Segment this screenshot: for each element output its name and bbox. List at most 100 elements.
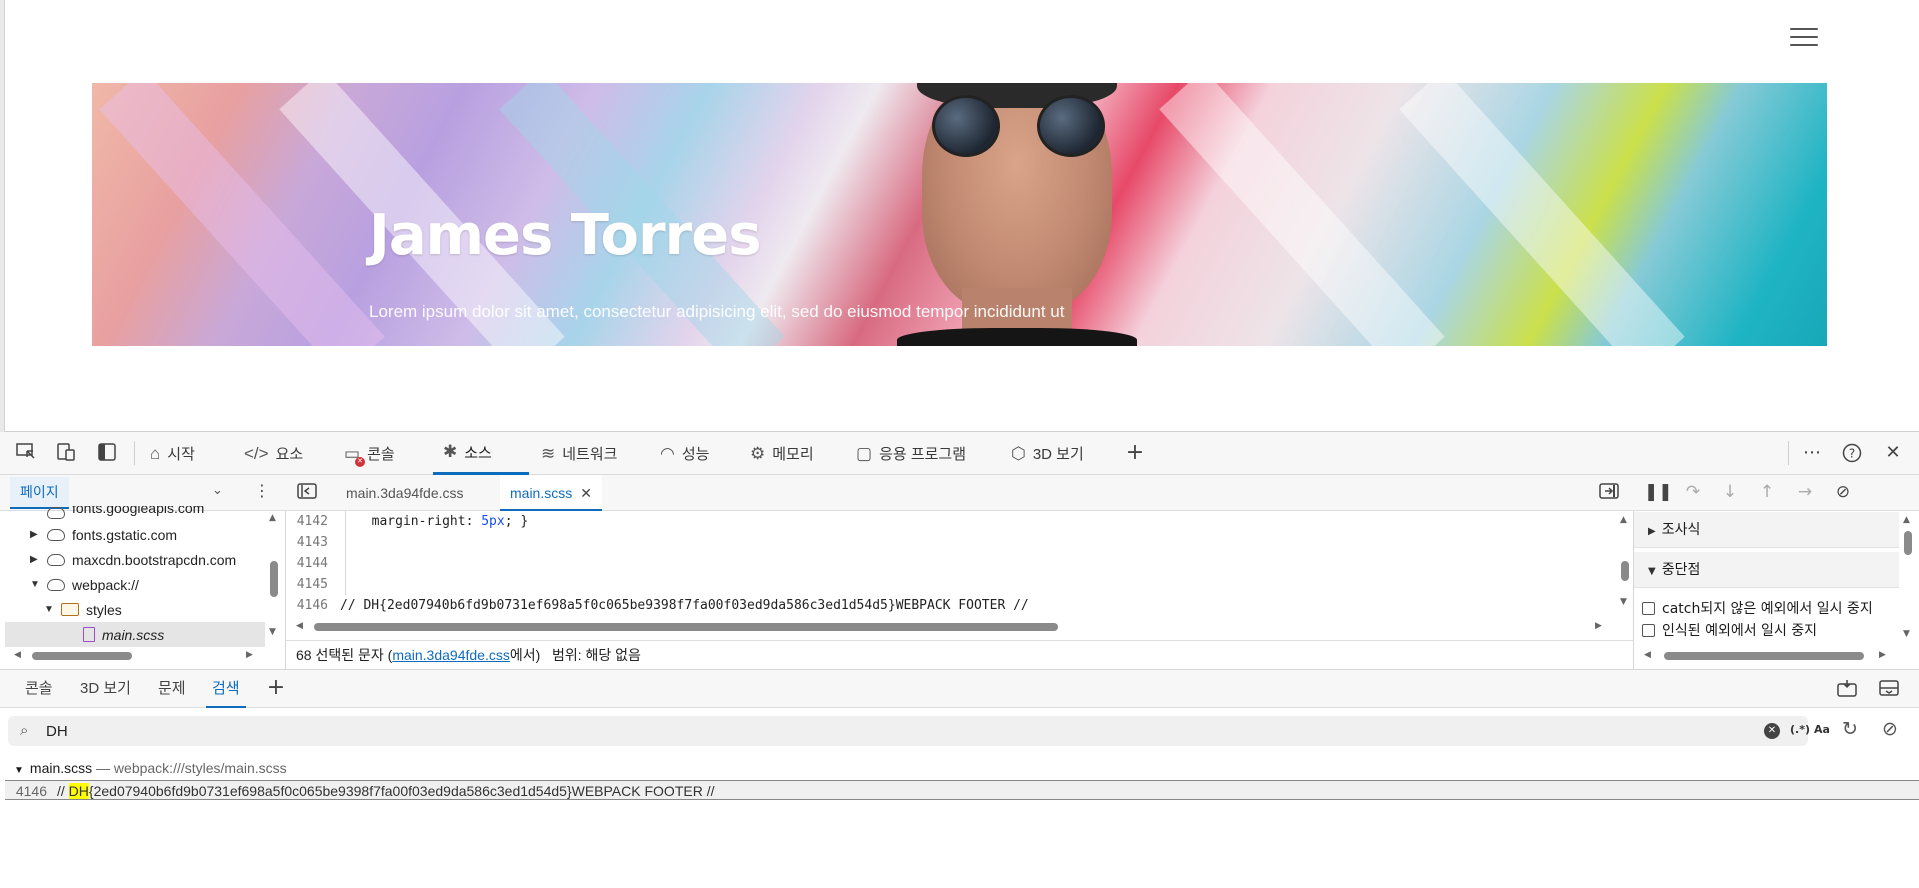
tab-console[interactable]: ▭ ✕ 콘솔 <box>338 432 401 475</box>
more-options-icon[interactable]: ⋯ <box>1801 443 1823 463</box>
dock-drawer-icon[interactable] <box>1836 679 1858 699</box>
sources-navigator: 페이지 ⌄ ⋮ fonts.googleapis.com ▶ fonts.gsta… <box>0 475 286 669</box>
pause-icon[interactable]: ❚❚ <box>1644 482 1673 502</box>
wifi-icon: ≋ <box>541 443 556 463</box>
tree-item-file-selected[interactable]: main.scss <box>5 622 265 647</box>
step-out-icon[interactable]: ↑ <box>1756 482 1778 502</box>
cloud-icon <box>47 528 65 541</box>
step-over-icon[interactable]: ↷ <box>1682 482 1704 502</box>
toggle-debugger-icon[interactable] <box>1598 483 1620 503</box>
breakpoints-section-header[interactable]: ▼ 중단점 <box>1634 552 1899 588</box>
code-line: 4146 // DH{2ed07940b6fd9b0731ef698a5f0c0… <box>296 598 1029 613</box>
tree-item-domain[interactable]: ▶ maxcdn.bootstrapcdn.com <box>30 547 236 572</box>
window-icon: ▢ <box>856 443 873 463</box>
search-box: ⌕ ✕ (.*) Aa <box>8 716 1830 746</box>
chevron-right-icon[interactable]: ▶ <box>30 554 40 565</box>
code-area[interactable]: 4142 margin-right: 5px; } 4143 4144 4145… <box>286 511 1616 619</box>
bug-icon: ✱ <box>443 442 458 461</box>
editor-tab-active[interactable]: main.scss ✕ <box>500 475 602 511</box>
tab-sources[interactable]: ✱ 소스 <box>433 432 529 475</box>
tree-item-domain[interactable]: ▶ fonts.gstatic.com <box>30 522 177 547</box>
drawer-tab-search[interactable]: 검색 <box>206 670 246 708</box>
debugger-vertical-scrollbar[interactable]: ▲ ▼ <box>1902 513 1914 643</box>
tab-memory[interactable]: ⚙ 메모리 <box>744 432 820 475</box>
close-drawer-icon[interactable] <box>1878 679 1900 699</box>
debugger-sidebar: ❚❚ ↷ ↓ ↑ → ⊘ ▶ 조사식 ▼ 중단점 catch되지 않은 예외에서 일… <box>1634 475 1919 669</box>
editor-tabs: main.3da94fde.css main.scss ✕ <box>286 475 1634 511</box>
hero-title: James Torres <box>369 203 762 268</box>
search-icon: ⌕ <box>20 721 29 739</box>
code-icon: </> <box>244 443 269 463</box>
devtools-toolbar: ⌂ 시작 </> 요소 ▭ ✕ 콘솔 ✱ 소스 ≋ 네트워크 ◠ 성능 ⚙ 메모… <box>0 432 1919 475</box>
tree-item-domain[interactable]: fonts.googleapis.com <box>30 506 204 520</box>
device-emulation-icon[interactable] <box>55 443 77 463</box>
viewport-edge <box>0 0 5 432</box>
clear-search-icon[interactable]: ✕ <box>1764 723 1780 739</box>
clear-results-icon[interactable]: ⊘ <box>1882 718 1898 740</box>
step-into-icon[interactable]: ↓ <box>1719 482 1741 502</box>
home-icon: ⌂ <box>150 443 161 463</box>
console-icon: ▭ ✕ <box>344 444 366 467</box>
toggle-navigator-icon[interactable] <box>296 483 318 503</box>
checkbox-icon[interactable] <box>1642 623 1655 637</box>
editor-vertical-scrollbar[interactable]: ▲ ▼ <box>1619 515 1631 615</box>
add-drawer-tab-icon[interactable]: + <box>265 677 287 699</box>
checkbox-icon[interactable] <box>1642 601 1655 615</box>
close-devtools-icon[interactable]: ✕ <box>1882 443 1904 463</box>
drawer-tab-console[interactable]: 콘솔 <box>19 670 59 708</box>
close-tab-icon[interactable]: ✕ <box>580 485 592 501</box>
editor-tab[interactable]: main.3da94fde.css <box>336 475 474 511</box>
pause-uncaught-checkbox[interactable]: catch되지 않은 예외에서 일시 중지 <box>1642 598 1873 618</box>
code-editor: main.3da94fde.css main.scss ✕ 4142 margin… <box>286 475 1634 669</box>
more-vertical-icon[interactable]: ⋮ <box>254 481 270 500</box>
chevron-down-icon[interactable]: ⌄ <box>212 483 223 498</box>
regex-toggle[interactable]: (.*) <box>1790 723 1810 736</box>
drawer-tab-issues[interactable]: 문제 <box>152 670 192 708</box>
hero-subtitle: Lorem ipsum dolor sit amet, consectetur … <box>369 302 1065 321</box>
search-match: DH <box>68 783 89 799</box>
pause-caught-checkbox[interactable]: 인식된 예외에서 일시 중지 <box>1642 620 1817 640</box>
folder-icon <box>61 603 79 616</box>
gauge-icon: ◠ <box>660 443 675 463</box>
source-file-link[interactable]: main.3da94fde.css <box>392 647 510 663</box>
refresh-icon[interactable]: ↻ <box>1842 718 1858 740</box>
deactivate-breakpoints-icon[interactable]: ⊘ <box>1832 482 1854 502</box>
cloud-icon <box>47 578 65 591</box>
dock-side-icon[interactable] <box>96 443 118 463</box>
cloud-icon <box>47 507 65 519</box>
match-case-toggle[interactable]: Aa <box>1814 723 1830 736</box>
result-file-header[interactable]: ▼ main.scss — webpack:///styles/main.scss <box>14 758 287 778</box>
hero-banner: James Torres Lorem ipsum dolor sit amet,… <box>92 83 1827 346</box>
file-icon <box>83 627 95 642</box>
tab-elements[interactable]: </> 요소 <box>238 432 309 475</box>
chevron-down-icon: ▼ <box>14 765 24 776</box>
navigator-vertical-scrollbar[interactable]: ▲ ▼ <box>268 513 280 643</box>
step-icon[interactable]: → <box>1794 482 1816 502</box>
add-tab-icon[interactable]: + <box>1124 442 1146 464</box>
hamburger-menu-icon[interactable] <box>1790 28 1818 50</box>
chevron-right-icon[interactable]: ▶ <box>30 529 40 540</box>
tab-page[interactable]: 페이지 <box>10 477 69 509</box>
tab-welcome[interactable]: ⌂ 시작 <box>144 432 201 475</box>
cloud-icon <box>47 553 65 566</box>
tree-item-domain[interactable]: ▼ webpack:// <box>30 572 139 597</box>
watch-section-header[interactable]: ▶ 조사식 <box>1634 512 1899 548</box>
search-result-line[interactable]: 4146// DH{2ed07940b6fd9b0731ef698a5f0c06… <box>5 780 1919 800</box>
tree-item-folder[interactable]: ▼ styles <box>44 597 122 622</box>
cube-icon: ⬡ <box>1011 443 1026 463</box>
inspect-element-icon[interactable] <box>15 443 37 463</box>
tab-3d-view[interactable]: ⬡ 3D 보기 <box>1005 432 1090 475</box>
search-input[interactable] <box>46 720 1746 742</box>
drawer-tab-bar: 콘솔 3D 보기 문제 검색 + <box>0 669 1919 708</box>
tab-network[interactable]: ≋ 네트워크 <box>535 432 623 475</box>
tab-application[interactable]: ▢ 응용 프로그램 <box>850 432 972 475</box>
error-badge-icon: ✕ <box>355 456 366 467</box>
chevron-down-icon[interactable]: ▼ <box>30 579 40 590</box>
help-icon[interactable]: ? <box>1841 443 1863 463</box>
chevron-right-icon: ▶ <box>1648 526 1656 537</box>
editor-status-bar: 68 선택된 문자 (main.3da94fde.css에서) 범위: 해당 없… <box>286 640 1634 669</box>
chevron-down-icon[interactable]: ▼ <box>44 604 54 615</box>
drawer-tab-3d-view[interactable]: 3D 보기 <box>74 670 137 708</box>
code-line: 4144 <box>286 553 1616 574</box>
tab-performance[interactable]: ◠ 성능 <box>654 432 715 475</box>
